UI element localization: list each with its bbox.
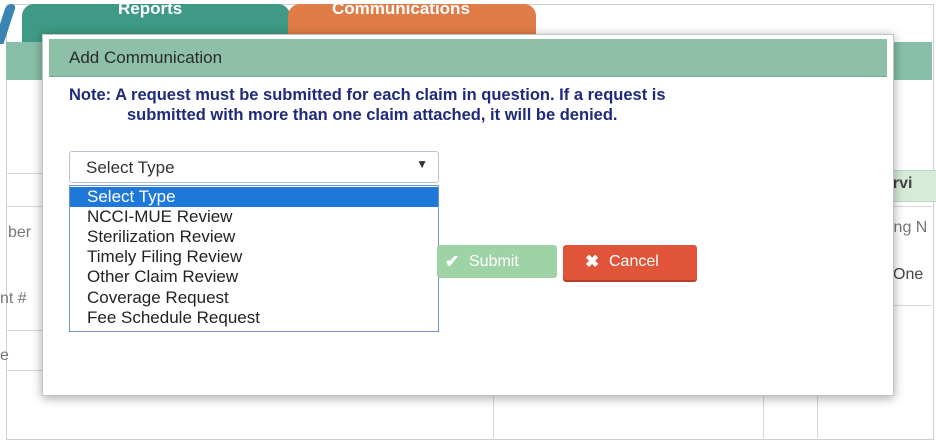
bg-divider: [6, 206, 42, 207]
triangle-down-icon: ▼: [416, 157, 428, 171]
bg-label-acct: nt #: [0, 290, 27, 307]
bg-label-ing: ing N: [890, 219, 928, 236]
option-timely-filing-review[interactable]: Timely Filing Review: [70, 247, 438, 267]
cancel-label: Cancel: [609, 253, 659, 270]
option-other-claim-review[interactable]: Other Claim Review: [70, 267, 438, 287]
bg-label-e: e: [0, 347, 9, 364]
add-communication-modal: Add Communication Note: A request must b…: [42, 34, 894, 396]
note-line-1: Note: A request must be submitted for ea…: [69, 86, 666, 104]
bg-divider: [892, 206, 932, 207]
close-icon: ✖: [585, 252, 600, 271]
bg-column-line: [493, 394, 494, 438]
bg-column-line: [763, 394, 764, 438]
bg-divider: [6, 330, 42, 331]
submit-button[interactable]: ✔ Submit: [437, 245, 557, 278]
tab-reports-label: Reports: [118, 4, 183, 18]
bg-divider: [892, 305, 932, 306]
cancel-button[interactable]: ✖ Cancel: [563, 245, 697, 280]
bg-divider: [6, 173, 42, 174]
note-line-2: submitted with more than one claim attac…: [127, 106, 618, 124]
bg-divider: [6, 370, 42, 371]
type-dropdown-list: Select Type NCCI-MUE Review Sterilizatio…: [69, 185, 439, 332]
tab-communications-label: Communications: [332, 4, 470, 18]
modal-header: Add Communication: [49, 39, 887, 77]
option-select-type[interactable]: Select Type: [70, 187, 438, 207]
bg-label-ber: ber: [8, 224, 32, 241]
type-select-value: Select Type: [86, 158, 175, 177]
option-fee-schedule-request[interactable]: Fee Schedule Request: [70, 308, 438, 328]
submit-label: Submit: [469, 253, 519, 270]
bg-label-one: One: [893, 266, 924, 283]
option-sterilization-review[interactable]: Sterilization Review: [70, 227, 438, 247]
type-select[interactable]: Select Type ▼: [69, 151, 439, 183]
note-text: Note: A request must be submitted for ea…: [69, 85, 869, 125]
modal-title: Add Communication: [69, 48, 223, 67]
check-icon: ✔: [445, 252, 460, 271]
option-coverage-request[interactable]: Coverage Request: [70, 288, 438, 308]
option-ncci-mue-review[interactable]: NCCI-MUE Review: [70, 207, 438, 227]
bg-column-line: [817, 394, 818, 438]
